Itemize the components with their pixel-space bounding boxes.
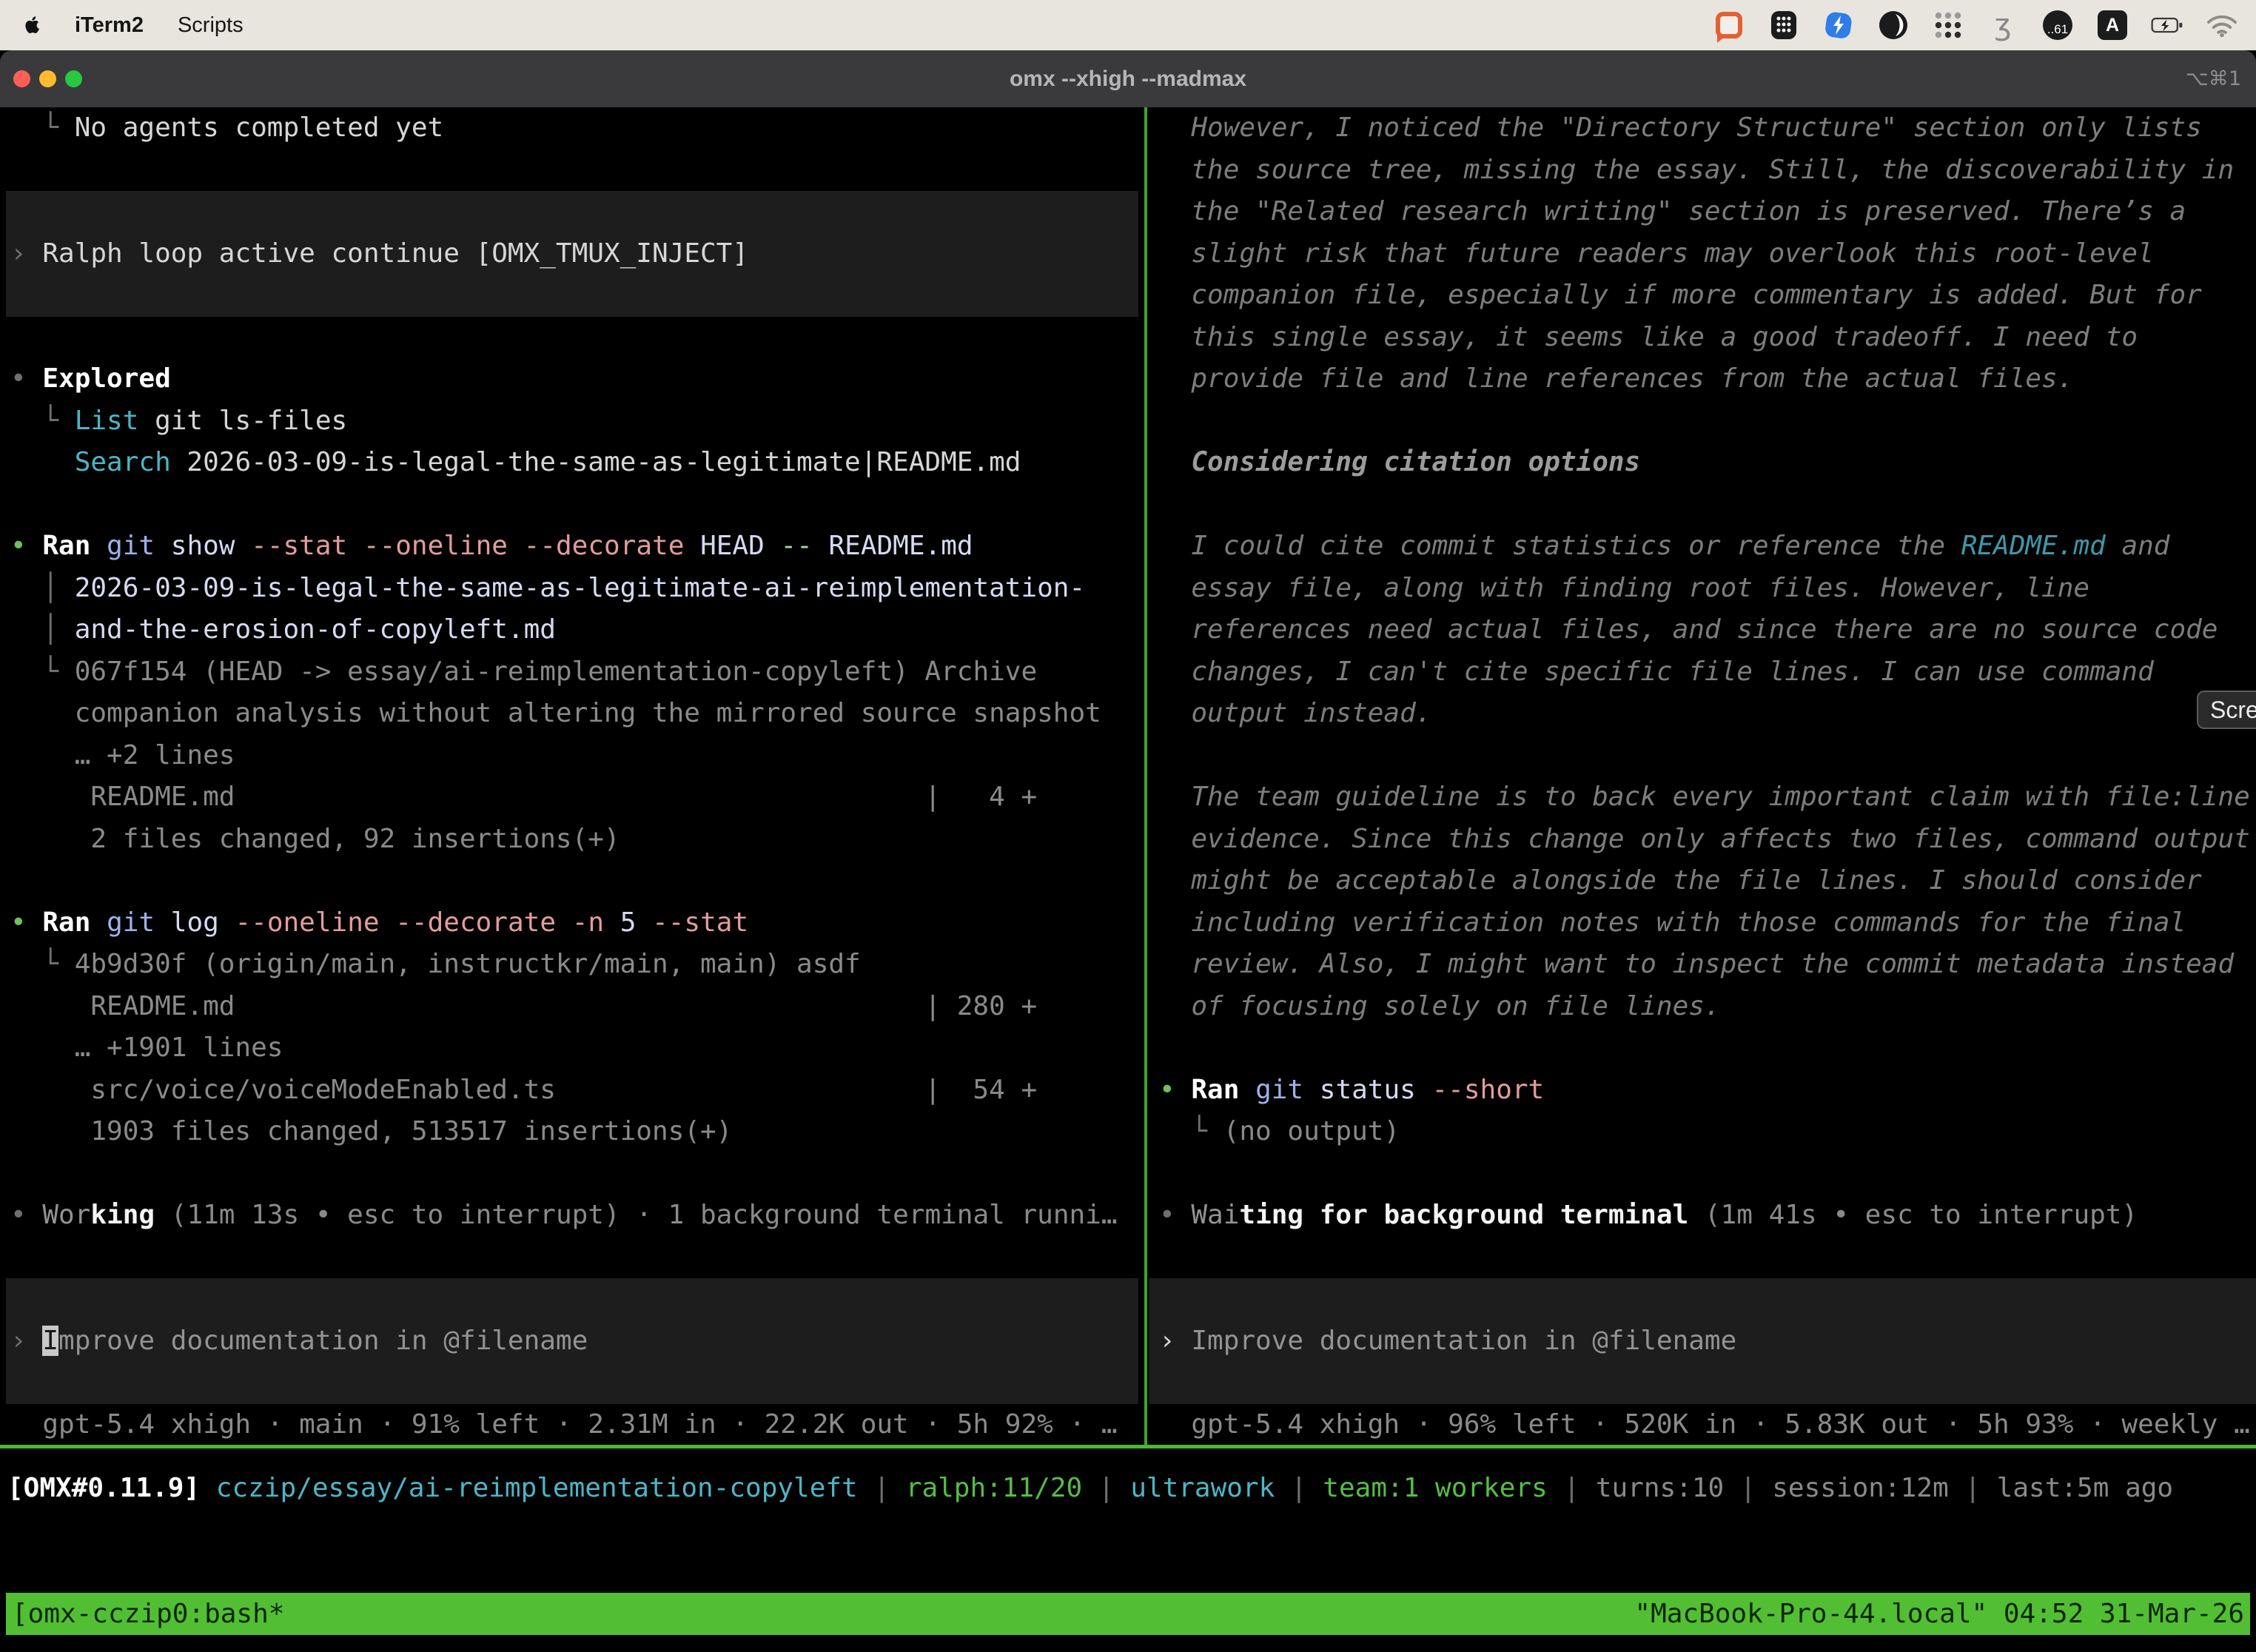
terminal-line <box>10 1362 1138 1404</box>
squiggle-icon[interactable]: ʒ <box>1987 9 2019 41</box>
status-separator-line <box>0 1445 2256 1448</box>
menu-item-scripts[interactable]: Scripts <box>161 0 271 50</box>
percent-61-icon[interactable]: ..61 <box>2041 9 2074 41</box>
dots-grid-icon[interactable] <box>1932 9 1964 41</box>
terminal-line <box>10 191 1138 233</box>
window-shortcut-badge: ⌥⌘1 <box>2186 50 2241 107</box>
terminal-line: › Ralph loop active continue [OMX_TMUX_I… <box>10 233 1138 275</box>
terminal-line: evidence. Since this change only affects… <box>1159 819 2256 861</box>
terminal-line: › Improve documentation in @filename <box>1159 1320 2256 1363</box>
tmux-session-label: [omx-cczip0:bash* <box>12 1599 284 1629</box>
screen-share-pill[interactable]: Scre <box>2197 691 2256 729</box>
terminal-line <box>10 275 1138 317</box>
terminal-line <box>10 317 1144 359</box>
terminal-line: changes, I can't cite specific file line… <box>1159 651 2256 694</box>
terminal-line: 1903 files changed, 513517 insertions(+) <box>10 1111 1144 1153</box>
terminal-line: • Waiting for background terminal (1m 41… <box>1159 1195 2256 1237</box>
terminal-line: this single essay, it seems like a good … <box>1159 317 2256 359</box>
terminal-line: └ (no output) <box>1159 1111 2256 1153</box>
terminal-line: gpt-5.4 xhigh · 96% left · 520K in · 5.8… <box>1159 1404 2256 1446</box>
iterm2-window: omx --xhigh --madmax ⌥⌘1 └ No agents com… <box>0 50 2256 1652</box>
terminal-line: └ No agents completed yet <box>10 107 1144 150</box>
terminal-line: including verification notes with those … <box>1159 902 2256 944</box>
terminal-line <box>10 484 1144 526</box>
battery-icon[interactable] <box>2151 9 2183 41</box>
terminal-line: └ 4b9d30f (origin/main, instructkr/main,… <box>10 944 1144 986</box>
terminal-line: README.md | 280 + <box>10 986 1144 1028</box>
terminal-line: README.md | 4 + <box>10 776 1144 819</box>
terminal-line: … +1901 lines <box>10 1027 1144 1070</box>
terminal-line: However, I noticed the "Directory Struct… <box>1159 107 2256 150</box>
window-title: omx --xhigh --madmax <box>1010 67 1246 92</box>
terminal-line: output instead. <box>1159 693 2256 735</box>
prompt-input-right[interactable]: › Improve documentation in @filename <box>1149 1278 2256 1404</box>
terminal-line: The team guideline is to back every impo… <box>1159 776 2256 819</box>
terminal-line: … +2 lines <box>10 735 1144 777</box>
ralph-loop-banner: › Ralph loop active continue [OMX_TMUX_I… <box>6 191 1138 317</box>
terminal-line <box>1159 400 2256 443</box>
terminal-line: companion analysis without altering the … <box>10 693 1144 735</box>
terminal-line: of focusing solely on file lines. <box>1159 986 2256 1028</box>
screen-share-label: Scre <box>2210 696 2256 724</box>
terminal-line <box>10 1153 1144 1195</box>
terminal-line: the source tree, missing the essay. Stil… <box>1159 150 2256 192</box>
omx-status-line: [OMX#0.11.9] cczip/essay/ai-reimplementa… <box>7 1468 2173 1509</box>
screen-record-icon[interactable] <box>1713 9 1745 41</box>
terminal-area: └ No agents completed yet › Ralph loop ac… <box>0 107 2256 1652</box>
tmux-status-bar: [omx-cczip0:bash* "MacBook-Pro-44.local"… <box>6 1593 2250 1635</box>
terminal-line: essay file, along with finding root file… <box>1159 568 2256 610</box>
pie-chart-icon[interactable] <box>1877 9 1910 41</box>
terminal-line: I could cite commit statistics or refere… <box>1159 526 2256 568</box>
menu-item-iterm2[interactable]: iTerm2 <box>58 0 161 50</box>
terminal-line <box>1159 1237 2256 1279</box>
left-terminal-pane[interactable]: └ No agents completed yet › Ralph loop ac… <box>0 107 1144 1446</box>
terminal-line <box>1159 1278 2256 1320</box>
tmux-host-clock-label: "MacBook-Pro-44.local" 04:52 31-Mar-26 <box>1634 1599 2244 1629</box>
terminal-line <box>1159 1362 2256 1404</box>
terminal-line: • Ran git log --oneline --decorate -n 5 … <box>10 902 1144 944</box>
terminal-line: review. Also, I might want to inspect th… <box>1159 944 2256 986</box>
terminal-line <box>10 1237 1144 1279</box>
close-button[interactable] <box>13 70 30 87</box>
terminal-line <box>10 150 1144 192</box>
pane-divider[interactable] <box>1144 107 1147 1445</box>
terminal-line: 2 files changed, 92 insertions(+) <box>10 819 1144 861</box>
terminal-line: └ List git ls-files <box>10 400 1144 443</box>
terminal-line: slight risk that future readers may over… <box>1159 233 2256 275</box>
terminal-line: Search 2026-03-09-is-legal-the-same-as-l… <box>10 442 1144 484</box>
terminal-line: the "Related research writing" section i… <box>1159 191 2256 233</box>
terminal-line: │ 2026-03-09-is-legal-the-same-as-legiti… <box>10 568 1144 610</box>
wifi-icon[interactable] <box>2206 9 2238 41</box>
terminal-line: └ 067f154 (HEAD -> essay/ai-reimplementa… <box>10 651 1144 694</box>
terminal-line <box>1159 1153 2256 1195</box>
terminal-line: references need actual files, and since … <box>1159 609 2256 651</box>
power-bolt-icon[interactable] <box>1822 9 1855 41</box>
terminal-line <box>1159 735 2256 777</box>
terminal-line: • Ran git status --short <box>1159 1070 2256 1112</box>
a-app-icon[interactable]: A <box>2096 9 2129 41</box>
terminal-line <box>1159 1027 2256 1070</box>
terminal-line: might be acceptable alongside the file l… <box>1159 860 2256 902</box>
window-title-bar[interactable]: omx --xhigh --madmax ⌥⌘1 <box>0 50 2256 107</box>
terminal-line: src/voice/voiceModeEnabled.ts | 54 + <box>10 1070 1144 1112</box>
zoom-button[interactable] <box>65 70 82 87</box>
apple-menu-icon[interactable] <box>18 13 47 38</box>
terminal-line <box>1159 484 2256 526</box>
prompt-input-left[interactable]: › Improve documentation in @filename <box>6 1278 1138 1404</box>
terminal-line: • Ran git show --stat --oneline --decora… <box>10 526 1144 568</box>
keyboard-shield-icon[interactable] <box>1767 9 1800 41</box>
terminal-line: │ and-the-erosion-of-copyleft.md <box>10 609 1144 651</box>
terminal-line <box>10 860 1144 902</box>
terminal-line: • Working (11m 13s • esc to interrupt) ·… <box>10 1195 1144 1237</box>
terminal-line: gpt-5.4 xhigh · main · 91% left · 2.31M … <box>10 1404 1144 1446</box>
right-terminal-pane[interactable]: However, I noticed the "Directory Struct… <box>1149 107 2256 1446</box>
macos-menu-bar: iTerm2 ShellEditViewSessionScriptsProfil… <box>0 0 2256 50</box>
terminal-line <box>10 1278 1138 1320</box>
minimize-button[interactable] <box>39 70 56 87</box>
terminal-line: provide file and line references from th… <box>1159 358 2256 400</box>
terminal-line: Considering citation options <box>1159 442 2256 484</box>
terminal-line: › Improve documentation in @filename <box>10 1320 1138 1363</box>
terminal-line: companion file, especially if more comme… <box>1159 275 2256 317</box>
terminal-line: • Explored <box>10 358 1144 400</box>
